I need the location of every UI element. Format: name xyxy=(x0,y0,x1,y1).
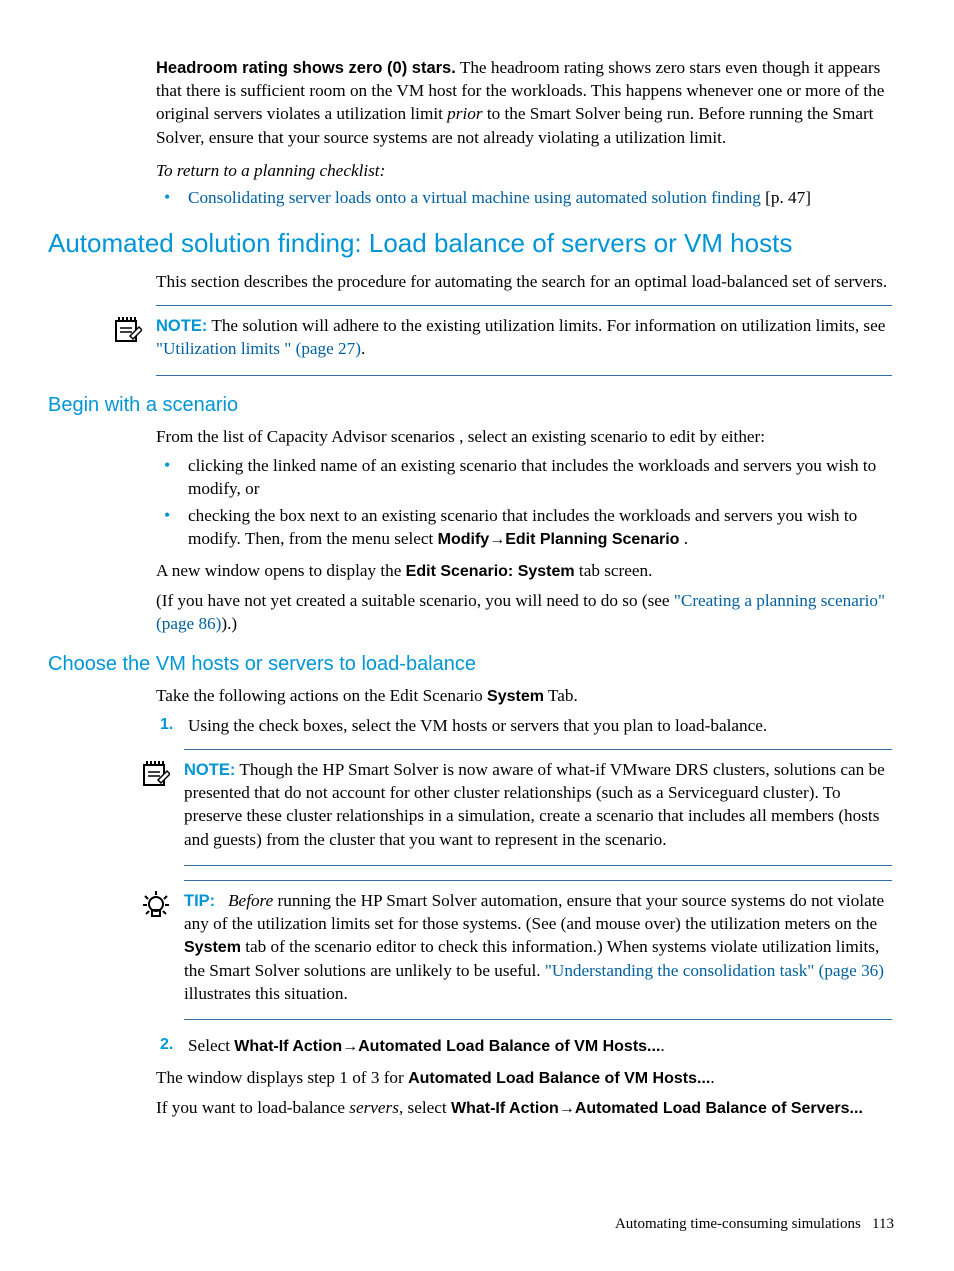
step-1-number: 1. xyxy=(160,714,173,736)
ifnot-a: (If you have not yet created a suitable … xyxy=(156,591,674,610)
new-window-paragraph: A new window opens to display the Edit S… xyxy=(156,559,892,583)
begin-bullet-1: clicking the linked name of an existing … xyxy=(184,454,892,500)
servers-a: If you want to load-balance xyxy=(156,1098,349,1117)
ifnot-b: ).) xyxy=(221,614,237,633)
note1-body-b: . xyxy=(361,339,365,358)
return-bullet-item: Consolidating server loads onto a virtua… xyxy=(184,186,892,209)
footer-text: Automating time-consuming simulations xyxy=(615,1216,861,1232)
link-understanding-consolidation[interactable]: "Understanding the consolidation task" (… xyxy=(545,961,884,980)
step-1: 1. Using the check boxes, select the VM … xyxy=(184,714,892,737)
new-window-c: tab screen. xyxy=(575,561,653,580)
ifnot-paragraph: (If you have not yet created a suitable … xyxy=(156,589,892,635)
note-utilization-limits: NOTE: The solution will adhere to the ex… xyxy=(156,305,892,375)
content-column: Headroom rating shows zero (0) stars. Th… xyxy=(156,56,892,209)
window-displays: The window displays step 1 of 3 for Auto… xyxy=(156,1066,892,1090)
page-footer: Automating time-consuming simulations 11… xyxy=(615,1216,894,1233)
begin-bullet-2b: . xyxy=(679,529,688,548)
window-displays-c: . xyxy=(710,1068,714,1087)
tip-text-wrap: TIP: Before running the HP Smart Solver … xyxy=(184,889,892,1006)
servers-italic: servers xyxy=(349,1098,399,1117)
choose-intro-a: Take the following actions on the Edit S… xyxy=(156,686,487,705)
step-2-b: . xyxy=(660,1036,664,1055)
note-drs-clusters: NOTE: Though the HP Smart Solver is now … xyxy=(184,749,892,866)
begin-block: From the list of Capacity Advisor scenar… xyxy=(156,425,892,636)
note-icon xyxy=(112,314,142,344)
headroom-prior: prior xyxy=(447,104,482,123)
tip-before: Before xyxy=(228,891,273,910)
tip-text-a: running the HP Smart Solver automation, … xyxy=(184,891,884,933)
tip-label: TIP: xyxy=(184,892,215,910)
servers-b: , select xyxy=(399,1098,451,1117)
choose-intro-c: Tab. xyxy=(544,686,578,705)
tip-before-running: TIP: Before running the HP Smart Solver … xyxy=(184,880,892,1021)
headroom-runin-title: Headroom rating shows zero (0) stars. xyxy=(156,59,456,77)
step-2-number: 2. xyxy=(160,1034,173,1056)
link-utilization-limits[interactable]: "Utilization limits " (page 27) xyxy=(156,339,361,358)
choose-intro: Take the following actions on the Edit S… xyxy=(156,684,892,708)
choose-block: Take the following actions on the Edit S… xyxy=(156,684,892,1119)
auto-intro-block: This section describes the procedure for… xyxy=(156,270,892,376)
step-list-2: 2. Select What-If Action→Automated Load … xyxy=(156,1034,892,1058)
return-bullets: Consolidating server loads onto a virtua… xyxy=(156,186,892,209)
tip-system: System xyxy=(184,939,241,956)
menu-modify-edit: Modify→Edit Planning Scenario xyxy=(438,531,680,548)
note2-text-wrap: NOTE: Though the HP Smart Solver is now … xyxy=(184,758,892,851)
step-2-a: Select xyxy=(188,1036,234,1055)
begin-bullets: clicking the linked name of an existing … xyxy=(156,454,892,551)
step-2: 2. Select What-If Action→Automated Load … xyxy=(184,1034,892,1058)
edit-scenario-system: Edit Scenario: System xyxy=(406,563,575,580)
footer-page-number: 113 xyxy=(872,1216,894,1232)
note-icon xyxy=(140,758,170,788)
menu-whatif-servers: What-If Action→Automated Load Balance of… xyxy=(451,1100,863,1117)
note-label: NOTE: xyxy=(184,761,235,779)
menu-whatif-vmhosts: What-If Action→Automated Load Balance of… xyxy=(234,1038,660,1055)
window-displays-a: The window displays step 1 of 3 for xyxy=(156,1068,408,1087)
note-label: NOTE: xyxy=(156,317,207,335)
window-displays-b: Automated Load Balance of VM Hosts... xyxy=(408,1070,710,1087)
begin-bullet-2: checking the box next to an existing sce… xyxy=(184,504,892,551)
loadbalance-servers: If you want to load-balance servers, sel… xyxy=(156,1096,892,1120)
begin-intro: From the list of Capacity Advisor scenar… xyxy=(156,425,892,448)
heading-choose-vm-hosts: Choose the VM hosts or servers to load-b… xyxy=(48,653,894,676)
step-1-text: Using the check boxes, select the VM hos… xyxy=(188,716,767,735)
auto-intro-text: This section describes the procedure for… xyxy=(156,270,892,293)
tip-text-c: illustrates this situation. xyxy=(184,984,348,1003)
heading-automated-solution-finding: Automated solution finding: Load balance… xyxy=(48,227,894,260)
link-consolidating[interactable]: Consolidating server loads onto a virtua… xyxy=(188,188,761,207)
headroom-paragraph: Headroom rating shows zero (0) stars. Th… xyxy=(156,56,892,149)
note2-text: Though the HP Smart Solver is now aware … xyxy=(184,760,885,849)
heading-begin-with-scenario: Begin with a scenario xyxy=(48,394,894,417)
return-to-checklist: To return to a planning checklist: xyxy=(156,159,892,182)
note1-body-a: The solution will adhere to the existing… xyxy=(207,316,885,335)
note1-text: NOTE: The solution will adhere to the ex… xyxy=(156,314,892,360)
step-list-1: 1. Using the check boxes, select the VM … xyxy=(156,714,892,737)
choose-intro-system: System xyxy=(487,688,544,705)
page: Headroom rating shows zero (0) stars. Th… xyxy=(0,0,954,1271)
tip-icon xyxy=(140,889,172,925)
new-window-a: A new window opens to display the xyxy=(156,561,406,580)
return-bullet-page: [p. 47] xyxy=(761,188,811,207)
